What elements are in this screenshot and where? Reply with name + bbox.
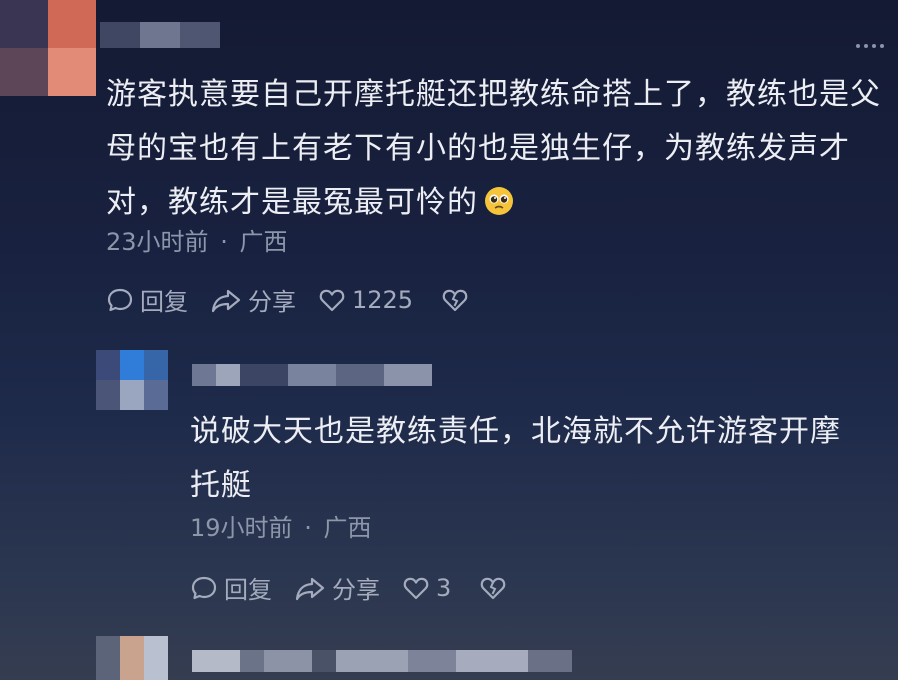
username-blurred[interactable]	[192, 364, 432, 386]
more-options-icon[interactable]	[856, 44, 884, 48]
like-button[interactable]: 3	[402, 574, 451, 602]
share-button[interactable]: 分享	[210, 282, 296, 317]
reply-button[interactable]: 回复	[190, 570, 272, 605]
like-count: 1225	[352, 285, 414, 314]
reply-text: 说破大天也是教练责任，北海就不允许游客开摩托艇	[190, 414, 841, 503]
dislike-button[interactable]	[479, 574, 513, 602]
like-count: 3	[436, 573, 452, 602]
reply-actions: 回复 分享 3	[190, 570, 535, 605]
avatar[interactable]	[96, 636, 168, 680]
reply-meta: 19小时前 · 广西	[190, 508, 371, 543]
separator-dot: ·	[220, 228, 228, 256]
comment-bubble-icon	[107, 288, 133, 311]
separator-dot: ·	[304, 514, 312, 542]
broken-heart-icon	[442, 289, 468, 311]
location: 广西	[239, 228, 288, 256]
like-button[interactable]: 1225	[318, 286, 413, 314]
avatar[interactable]	[96, 350, 168, 410]
location: 广西	[323, 514, 372, 542]
comment-meta: 23小时前 · 广西	[106, 222, 287, 257]
dislike-button[interactable]	[441, 286, 475, 314]
share-arrow-icon	[295, 577, 325, 600]
broken-heart-icon	[480, 577, 506, 599]
share-button[interactable]: 分享	[294, 570, 380, 605]
heart-icon	[403, 577, 429, 599]
share-arrow-icon	[211, 289, 241, 312]
avatar[interactable]	[0, 0, 96, 96]
comment-actions: 回复 分享 1225	[106, 282, 497, 317]
comment-text: 游客执意要自己开摩托艇还把教练命搭上了，教练也是父母的宝也有上有老下有小的也是独…	[106, 77, 881, 220]
heart-icon	[319, 289, 345, 311]
reply-button[interactable]: 回复	[106, 282, 188, 317]
timestamp: 23小时前	[106, 228, 209, 256]
pleading-face-emoji-icon	[485, 187, 513, 215]
comment-bubble-icon	[191, 576, 217, 599]
username-blurred[interactable]	[100, 22, 220, 48]
timestamp: 19小时前	[190, 514, 293, 542]
username-blurred[interactable]	[192, 650, 572, 672]
